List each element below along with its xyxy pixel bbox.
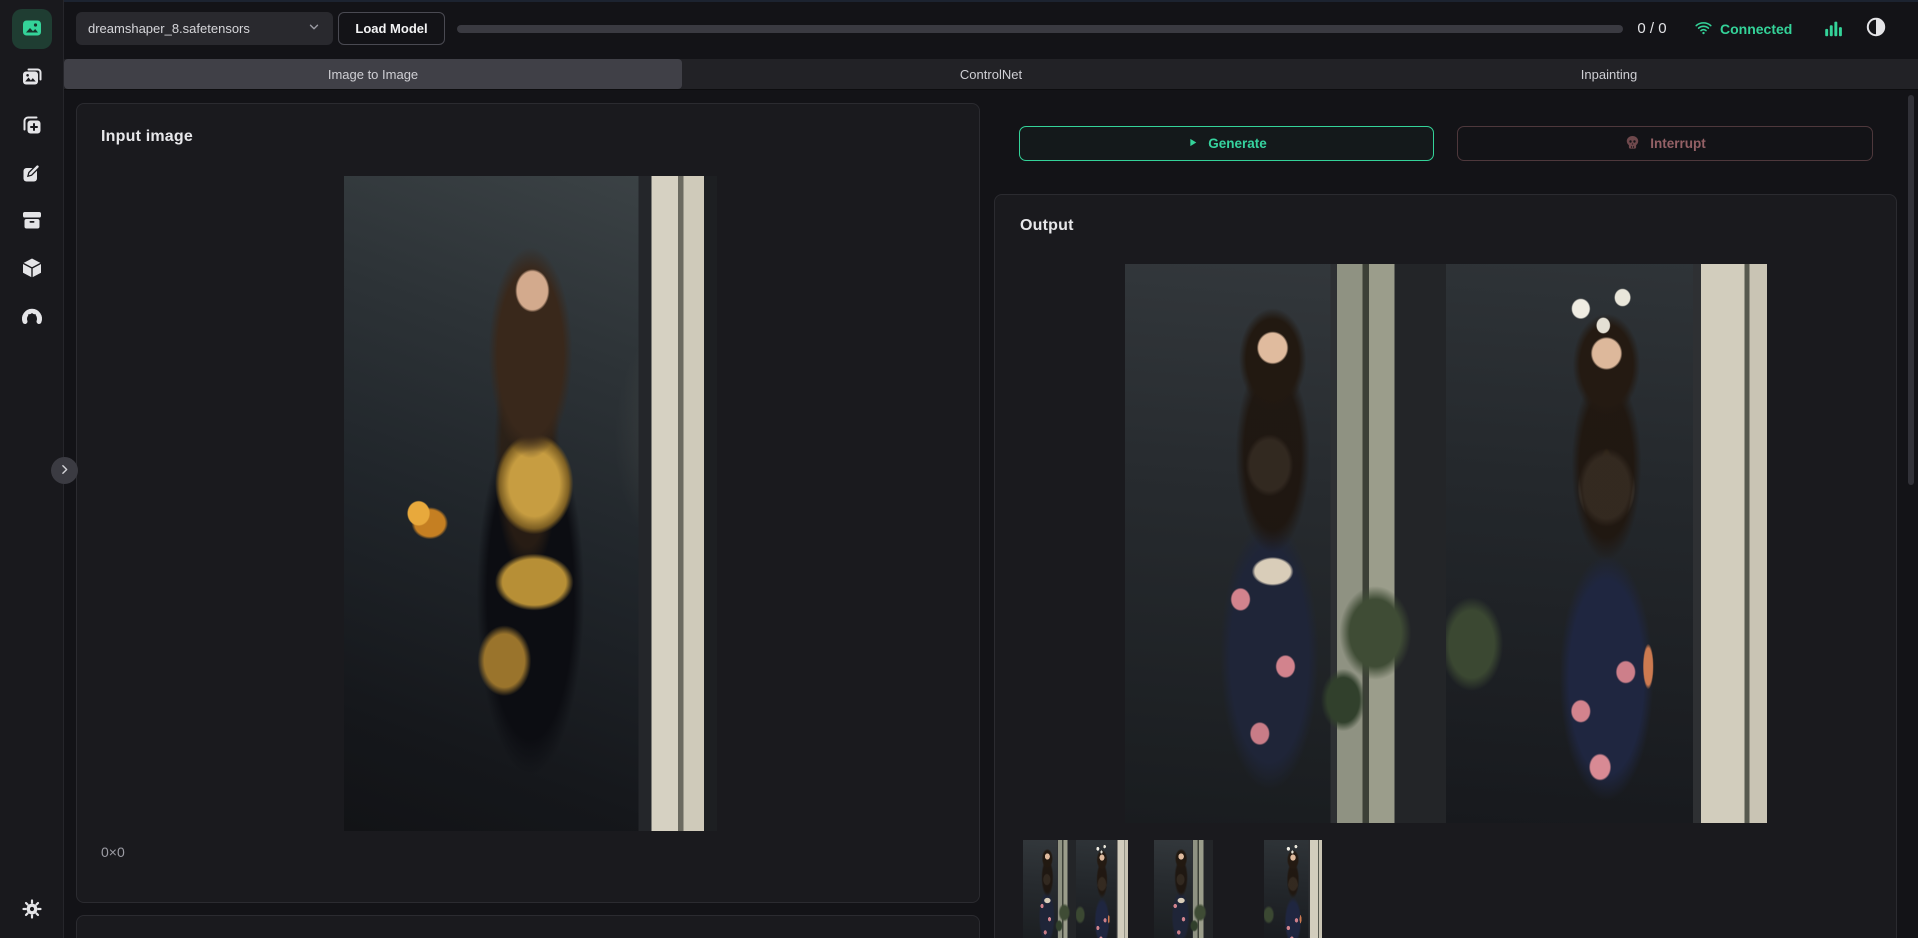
image-dimensions-label: 0×0 bbox=[101, 844, 125, 860]
top-accent-line bbox=[0, 0, 1918, 2]
output-thumbnail-1[interactable] bbox=[1154, 840, 1213, 938]
output-image-2 bbox=[1446, 264, 1767, 823]
output-thumbnail-grid[interactable] bbox=[1023, 840, 1128, 938]
tab-image-to-image[interactable]: Image to Image bbox=[64, 59, 682, 89]
add-image-icon bbox=[20, 113, 44, 140]
interrupt-button-label: Interrupt bbox=[1650, 136, 1706, 151]
contrast-icon bbox=[1864, 15, 1888, 42]
archive-box-icon bbox=[20, 208, 44, 235]
output-image-1 bbox=[1125, 264, 1446, 823]
cube-icon bbox=[20, 256, 44, 283]
bar-chart-icon bbox=[1822, 17, 1844, 42]
app-root: dreamshaper_8.safetensors Load Model 0 /… bbox=[0, 0, 1918, 938]
theme-toggle-button[interactable] bbox=[1862, 14, 1890, 42]
gauge-icon bbox=[20, 305, 44, 332]
load-model-button[interactable]: Load Model bbox=[338, 12, 445, 45]
sidebar-item-3d[interactable] bbox=[12, 249, 52, 289]
sidebar-expand-button[interactable] bbox=[51, 457, 78, 484]
model-select-dropdown[interactable]: dreamshaper_8.safetensors bbox=[76, 12, 333, 45]
input-settings-panel bbox=[76, 915, 980, 938]
connection-status-label: Connected bbox=[1720, 21, 1792, 37]
wifi-icon bbox=[1694, 18, 1713, 40]
sidebar-item-edit[interactable] bbox=[12, 154, 52, 194]
input-panel-title: Input image bbox=[101, 128, 193, 146]
output-image-pair[interactable] bbox=[1125, 264, 1767, 823]
sidebar-item-assets[interactable] bbox=[12, 201, 52, 241]
thumbnail-grid-right bbox=[1076, 840, 1129, 938]
generate-button[interactable]: Generate bbox=[1019, 126, 1434, 161]
tab-controlnet[interactable]: ControlNet bbox=[682, 59, 1300, 89]
output-panel-title: Output bbox=[1020, 217, 1074, 235]
model-select-value: dreamshaper_8.safetensors bbox=[88, 21, 250, 36]
thumbnail-1-image bbox=[1154, 840, 1213, 938]
photos-icon bbox=[20, 65, 44, 92]
chevron-right-icon bbox=[58, 463, 71, 479]
image-icon bbox=[20, 16, 44, 43]
gear-icon bbox=[20, 897, 44, 924]
tab-inpainting[interactable]: Inpainting bbox=[1300, 59, 1918, 89]
interrupt-button[interactable]: Interrupt bbox=[1457, 126, 1873, 161]
progress-bar bbox=[457, 25, 1623, 33]
stats-button[interactable] bbox=[1820, 16, 1846, 42]
play-icon bbox=[1186, 136, 1199, 152]
scrollbar[interactable] bbox=[1908, 95, 1914, 485]
chevron-down-icon bbox=[307, 20, 321, 37]
sidebar-item-settings[interactable] bbox=[12, 890, 52, 930]
input-image[interactable] bbox=[344, 176, 717, 831]
thumbnail-grid-left bbox=[1023, 840, 1076, 938]
sidebar-item-performance[interactable] bbox=[12, 298, 52, 338]
skull-icon bbox=[1624, 134, 1641, 154]
sidebar-item-images[interactable] bbox=[12, 9, 52, 49]
connection-status: Connected bbox=[1694, 18, 1792, 40]
sidebar-item-new-image[interactable] bbox=[12, 106, 52, 146]
output-thumbnail-strip bbox=[995, 840, 1898, 938]
sidebar-item-gallery[interactable] bbox=[12, 58, 52, 98]
thumbnail-2-image bbox=[1264, 840, 1322, 938]
mode-tabs: Image to Image ControlNet Inpainting bbox=[64, 59, 1918, 90]
edit-icon bbox=[20, 161, 44, 188]
output-panel: Output bbox=[994, 194, 1897, 938]
output-thumbnail-2[interactable] bbox=[1264, 840, 1322, 938]
queue-counter: 0 / 0 bbox=[1630, 20, 1674, 37]
input-panel: Input image 0×0 bbox=[76, 103, 980, 903]
generate-button-label: Generate bbox=[1208, 136, 1267, 151]
